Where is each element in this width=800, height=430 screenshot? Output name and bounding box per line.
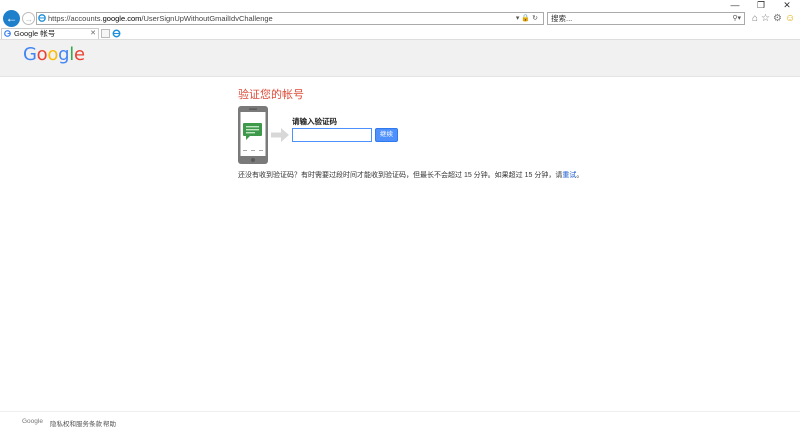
arrow-right-icon: →: [24, 14, 33, 24]
arrow-left-icon: ←: [5, 11, 18, 25]
address-tools: ▾🔒↻: [516, 13, 540, 24]
submit-button[interactable]: 继续: [375, 128, 398, 142]
help-message: 还没有收到验证码？有时需要过段时间才能收到验证码，但最长不会超过 15 分钟。如…: [238, 172, 563, 179]
code-field-label: 请输入验证码: [292, 117, 337, 126]
footer-brand[interactable]: Google: [22, 418, 43, 425]
smiley-feedback-icon[interactable]: ☺: [785, 12, 795, 25]
google-logo: Google: [23, 44, 85, 65]
page-header: [0, 40, 800, 77]
google-favicon-icon: [4, 30, 11, 37]
verification-code-input[interactable]: [292, 128, 372, 142]
address-path: /UserSignUpWithoutGmailIdvChallenge: [141, 14, 273, 23]
back-button[interactable]: ←: [3, 10, 20, 27]
window-controls: — ❐ ✕: [728, 0, 794, 10]
gear-icon[interactable]: ⚙: [773, 12, 782, 25]
tab-google-account[interactable]: Google 帐号 ✕: [1, 28, 99, 39]
lock-icon[interactable]: 🔒: [521, 15, 532, 22]
help-end: 。: [576, 172, 584, 179]
tab-bar: Google 帐号 ✕: [0, 28, 800, 40]
window-titlebar: — ❐ ✕: [0, 0, 800, 10]
close-tab-icon[interactable]: ✕: [90, 29, 96, 39]
footer-help-link[interactable]: 帮助: [103, 418, 116, 428]
search-placeholder: 搜索...: [551, 14, 573, 23]
address-prefix: https://accounts.: [48, 14, 103, 23]
retry-link[interactable]: 重试: [562, 172, 576, 179]
toolbar-icons: ⌂ ☆ ⚙ ☺: [752, 12, 795, 25]
search-icon[interactable]: ⚲▾: [732, 13, 741, 24]
tab-title: Google 帐号: [14, 29, 56, 38]
help-text: 还没有收到验证码？有时需要过段时间才能收到验证码，但最长不会超过 15 分钟。如…: [238, 170, 583, 180]
forward-button[interactable]: →: [22, 12, 35, 25]
minimize-icon[interactable]: —: [728, 0, 742, 10]
ie-page-icon: [38, 14, 46, 22]
address-bar[interactable]: https://accounts.google.com/UserSignUpWi…: [36, 12, 544, 25]
phone-sms-icon: [238, 106, 268, 164]
address-domain: google.com: [102, 14, 142, 23]
close-window-icon[interactable]: ✕: [780, 0, 794, 10]
page-title: 验证您的帐号: [238, 89, 304, 101]
navigation-bar: ← → https://accounts.google.com/UserSign…: [0, 10, 800, 28]
restore-icon[interactable]: ❐: [754, 0, 768, 10]
home-icon[interactable]: ⌂: [752, 12, 758, 25]
page-footer: Google 隐私权和服务条款 帮助: [0, 411, 800, 430]
refresh-icon[interactable]: ↻: [532, 15, 540, 22]
arrow-right-icon: [271, 128, 289, 142]
favorites-star-icon[interactable]: ☆: [761, 12, 770, 25]
new-tab-button[interactable]: [101, 29, 110, 38]
footer-privacy-link[interactable]: 隐私权和服务条款: [50, 418, 102, 428]
ie-logo-icon[interactable]: [112, 29, 121, 38]
search-box[interactable]: 搜索... ⚲▾: [547, 12, 745, 25]
